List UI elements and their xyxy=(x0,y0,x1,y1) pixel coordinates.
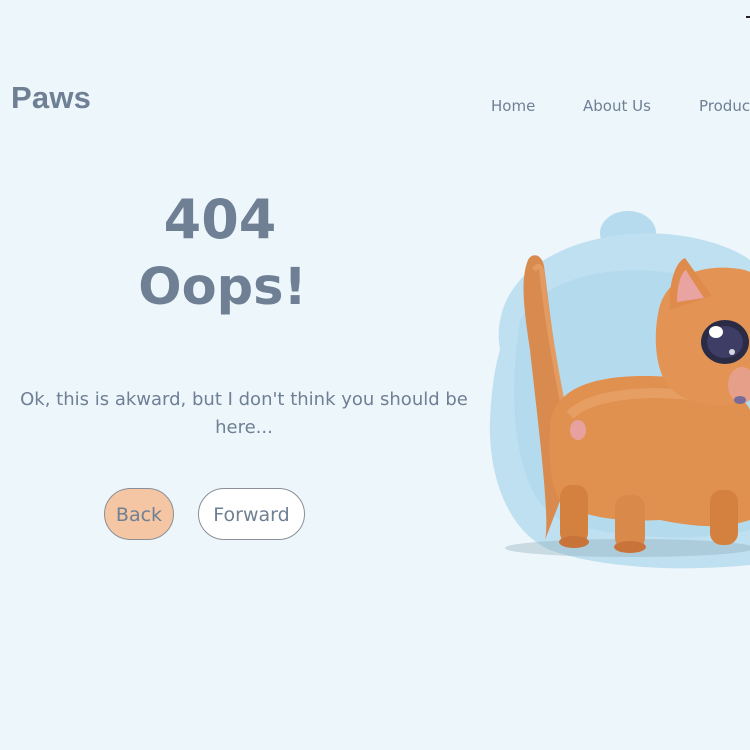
error-code: 404 xyxy=(163,188,277,251)
forward-button[interactable]: Forward xyxy=(198,488,305,540)
main-nav: Home About Us Products xyxy=(491,97,750,119)
error-message: Ok, this is akward, but I don't think yo… xyxy=(20,389,468,438)
nav-about-us[interactable]: About Us xyxy=(583,97,651,115)
nav-products[interactable]: Products xyxy=(699,97,750,115)
corner-mark xyxy=(746,16,750,18)
error-heading: Oops! xyxy=(138,258,307,317)
cat-icon xyxy=(489,211,750,569)
error-page: Paws Home About Us Products 404 Oops! Ok… xyxy=(0,0,750,750)
cat-illustration xyxy=(480,200,750,580)
back-button[interactable]: Back xyxy=(104,488,174,540)
brand-logo[interactable]: Paws xyxy=(11,80,91,116)
nav-home[interactable]: Home xyxy=(491,97,535,115)
